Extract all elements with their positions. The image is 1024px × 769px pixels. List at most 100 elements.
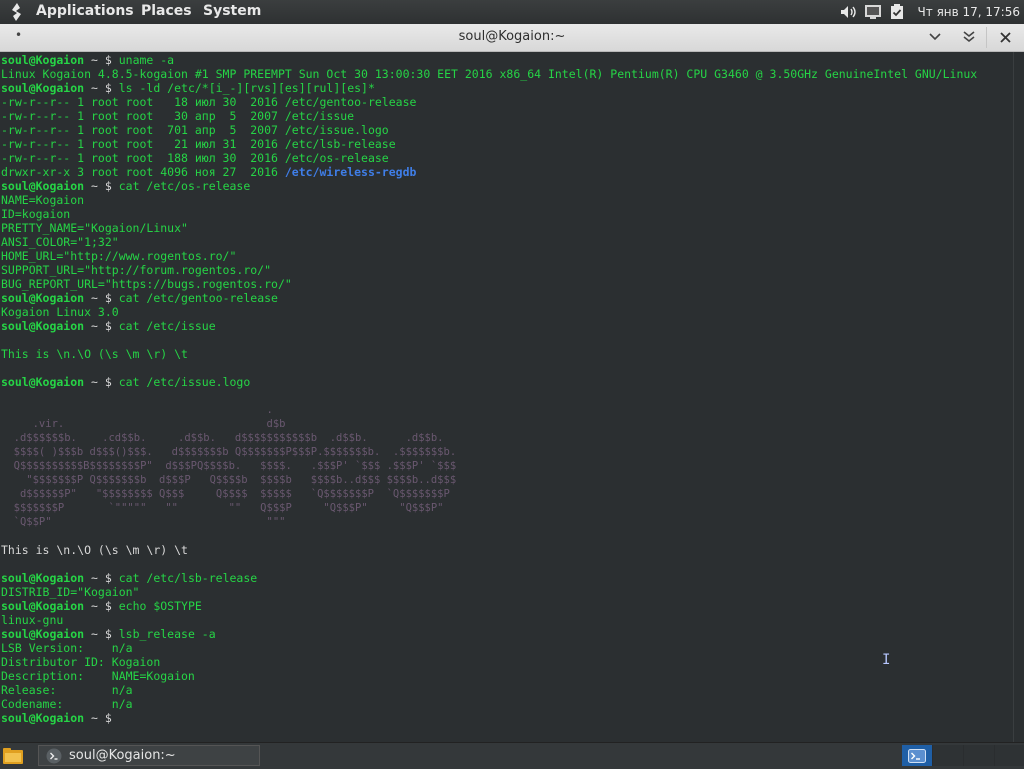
terminal-output-line: Distributor ID: Kogaion (1, 655, 161, 669)
terminal-output-line: -rw-r--r-- 1 root root 701 апр 5 2007 /e… (1, 123, 389, 137)
output-text: drwxr-xr-x 3 root root 4096 ноя 27 2016 (1, 165, 285, 179)
prompt-tail: ~ $ (84, 375, 119, 389)
close-icon[interactable] (995, 27, 1015, 47)
command-text: uname -a (118, 53, 175, 67)
ascii-logo-line: Q$$$$$$$$$$B$$$$$$$$P" d$$$PQ$$$$b. $$$$… (1, 460, 457, 472)
ascii-logo-line: $$$$( )$$$b d$$$()$$$. d$$$$$$$b Q$$$$$$… (1, 446, 457, 458)
prompt-user: soul@Kogaion (1, 179, 85, 193)
command-text: cat /etc/lsb-release (118, 571, 258, 585)
terminal-output-line: DISTRIB_ID="Kogaion" (1, 585, 140, 599)
menu-system[interactable]: System (203, 3, 261, 19)
terminal-output-line: drwxr-xr-x 3 root root 4096 ноя 27 2016 … (1, 165, 416, 179)
prompt-tail: ~ $ (84, 599, 119, 613)
prompt-user: soul@Kogaion (1, 319, 85, 333)
text-cursor-icon: I (882, 652, 891, 668)
terminal-output-line: This is \n.\O (\s \m \r) \t (1, 543, 188, 557)
prompt-tail: ~ $ (84, 81, 119, 95)
prompt-user: soul@Kogaion (1, 711, 85, 725)
prompt-user: soul@Kogaion (1, 291, 85, 305)
prompt-tail: ~ $ (84, 319, 119, 333)
clipboard-check-icon[interactable] (888, 3, 906, 21)
menu-places[interactable]: Places (141, 3, 192, 19)
network-icon[interactable] (864, 3, 882, 21)
prompt-user: soul@Kogaion (1, 375, 85, 389)
menu-applications[interactable]: Applications (36, 3, 134, 19)
terminal-prompt-line: soul@Kogaion ~ $ cat /etc/lsb-release (1, 571, 257, 585)
ascii-logo-line: $$$$$$$P `""""" "" "" Q$$$P "Q$$$P" "Q$$… (1, 502, 444, 514)
terminal-prompt-line: soul@Kogaion ~ $ ls -ld /etc/*[i_-][rvs]… (1, 81, 375, 95)
workspace-switcher[interactable] (902, 745, 1024, 766)
command-text: cat /etc/issue (118, 319, 216, 333)
terminal-output-line: Linux Kogaion 4.8.5-kogaion #1 SMP PREEM… (1, 67, 978, 81)
ascii-logo-line: .d$$$$$$b. .cd$$b. .d$$b. d$$$$$$$$$$$b … (1, 432, 444, 444)
terminal-output-line: BUG_REPORT_URL="https://bugs.rogentos.ro… (1, 277, 292, 291)
terminal-output-line: HOME_URL="http://www.rogentos.ro/" (1, 249, 237, 263)
terminal-output[interactable]: soul@Kogaion ~ $ uname -a Linux Kogaion 4… (0, 52, 1013, 742)
prompt-tail: ~ $ (84, 53, 119, 67)
command-text: cat /etc/os-release (118, 179, 251, 193)
terminal-output-line: ID=kogaion (1, 207, 71, 221)
terminal-output-line: Release: n/a (1, 683, 133, 697)
show-desktop-icon[interactable] (3, 748, 23, 764)
titlebar-separator (986, 27, 987, 48)
terminal-output-line: PRETTY_NAME="Kogaion/Linux" (1, 221, 188, 235)
window-title: soul@Kogaion:~ (458, 29, 566, 44)
ascii-logo-line: `Q$$P" """ (1, 516, 286, 528)
workspace-4[interactable] (995, 745, 1024, 766)
volume-icon[interactable] (840, 3, 858, 21)
terminal-output-line: -rw-r--r-- 1 root root 18 июл 30 2016 /e… (1, 95, 417, 109)
terminal-icon (908, 748, 926, 763)
terminal-prompt-line: soul@Kogaion ~ $ cat /etc/gentoo-release (1, 291, 278, 305)
command-text: lsb_release -a (118, 627, 216, 641)
taskbar-window-terminal[interactable]: soul@Kogaion:~ (38, 745, 260, 766)
terminal-prompt-line: soul@Kogaion ~ $ echo $OSTYPE (1, 599, 202, 613)
terminal-prompt-line: soul@Kogaion ~ $ cat /etc/os-release (1, 179, 250, 193)
command-text: echo $OSTYPE (118, 599, 202, 613)
ascii-logo-line: . (1, 404, 273, 416)
terminal-prompt-line: soul@Kogaion ~ $ uname -a (1, 53, 174, 67)
window-titlebar[interactable]: • soul@Kogaion:~ (0, 24, 1024, 52)
workspace-3[interactable] (964, 745, 995, 766)
workspace-1[interactable] (902, 745, 933, 766)
terminal-output-line: NAME=Kogaion (1, 193, 85, 207)
system-tray: Чт янв 17, 17:56 (840, 0, 1024, 24)
prompt-tail: ~ $ (84, 627, 119, 641)
prompt-user: soul@Kogaion (1, 53, 85, 67)
taskbar-window-label: soul@Kogaion:~ (69, 748, 176, 763)
command-text: ls -ld /etc/*[i_-][rvs][es][rul][es]* (118, 81, 375, 95)
prompt-user: soul@Kogaion (1, 571, 85, 585)
ascii-logo-line: "$$$$$$$P Q$$$$$$$b d$$$P Q$$$$b $$$$b $… (1, 474, 457, 486)
terminal-prompt-line: soul@Kogaion ~ $ cat /etc/issue.logo (1, 375, 250, 389)
chevron-down-icon[interactable] (925, 27, 945, 47)
prompt-tail: ~ $ (84, 179, 119, 193)
terminal-icon (46, 748, 62, 763)
terminal-output-line: Kogaion Linux 3.0 (1, 305, 119, 319)
distro-logo-icon[interactable] (7, 2, 27, 22)
terminal-output-line: linux-gnu (1, 613, 64, 627)
prompt-tail: ~ $ (84, 571, 119, 585)
terminal-output-line: LSB Version: n/a (1, 641, 133, 655)
prompt-tail: ~ $ (84, 291, 119, 305)
terminal-output-line: -rw-r--r-- 1 root root 30 апр 5 2007 /et… (1, 109, 355, 123)
directory-name: /etc/wireless-regdb (284, 165, 417, 179)
terminal-output-line: SUPPORT_URL="http://forum.rogentos.ro/" (1, 263, 272, 277)
bottom-panel: soul@Kogaion:~ (0, 742, 1024, 769)
terminal-output-line: This is \n.\O (\s \m \r) \t (1, 347, 188, 361)
ascii-logo-line: d$$$$$$P" "$$$$$$$$ Q$$$ Q$$$$ $$$$$ `Q$… (1, 488, 450, 500)
terminal-prompt-line: soul@Kogaion ~ $ cat /etc/issue (1, 319, 216, 333)
terminal-scrollbar[interactable] (1013, 52, 1024, 742)
command-text: cat /etc/issue.logo (118, 375, 251, 389)
terminal-output-line: ANSI_COLOR="1;32" (1, 235, 119, 249)
prompt-tail: ~ $ (84, 711, 119, 725)
terminal-output-line: Codename: n/a (1, 697, 133, 711)
prompt-user: soul@Kogaion (1, 599, 85, 613)
clock[interactable]: Чт янв 17, 17:56 (918, 5, 1020, 19)
prompt-user: soul@Kogaion (1, 627, 85, 641)
prompt-user: soul@Kogaion (1, 81, 85, 95)
terminal-prompt-line: soul@Kogaion ~ $ lsb_release -a (1, 627, 216, 641)
workspace-2[interactable] (933, 745, 964, 766)
double-chevron-down-icon[interactable] (959, 27, 979, 47)
terminal-output-line: -rw-r--r-- 1 root root 188 июл 30 2016 /… (1, 151, 389, 165)
terminal-output-line: Description: NAME=Kogaion (1, 669, 195, 683)
terminal-prompt-line: soul@Kogaion ~ $ (1, 711, 119, 725)
